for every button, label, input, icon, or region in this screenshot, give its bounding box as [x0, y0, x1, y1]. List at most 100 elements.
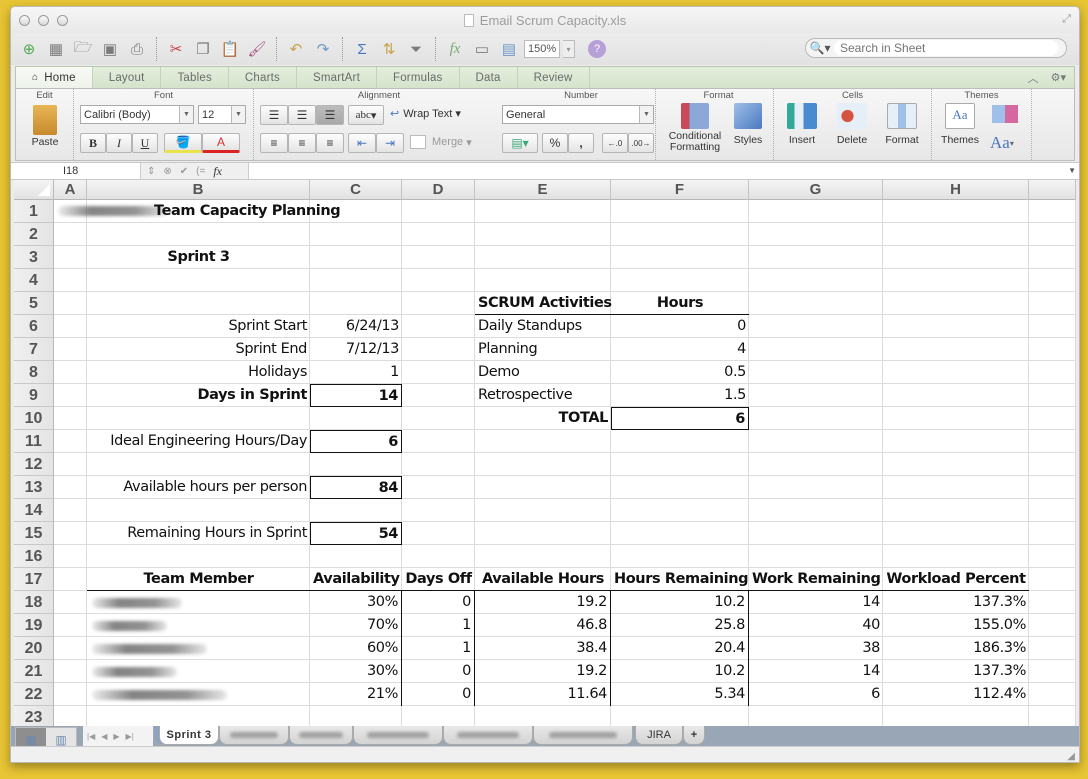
param-label[interactable]: Ideal Engineering Hours/Day — [87, 430, 310, 453]
row-header[interactable]: 4 — [14, 269, 54, 292]
param-label[interactable]: Holidays — [87, 361, 310, 384]
team-cell-workload[interactable]: 137.3% — [883, 591, 1029, 614]
team-header[interactable]: Days Off — [402, 568, 475, 591]
column-header[interactable]: D — [402, 180, 475, 200]
scrum-activity[interactable]: Demo — [475, 361, 611, 384]
column-header[interactable]: C — [310, 180, 402, 200]
zoom-dropdown-icon[interactable]: ▾ — [563, 40, 575, 58]
decrease-indent-button[interactable]: ⇤ — [348, 133, 376, 153]
underline-button[interactable]: U — [132, 133, 158, 153]
sort-icon[interactable]: ⇅ — [377, 38, 401, 60]
row-header[interactable]: 6 — [14, 315, 54, 338]
row-header[interactable]: 15 — [14, 522, 54, 545]
last-sheet-icon[interactable]: ▶| — [126, 732, 134, 741]
team-cell-days-off[interactable]: 1 — [402, 614, 475, 637]
row-header[interactable]: 8 — [14, 361, 54, 384]
team-cell-available-hours[interactable]: 38.4 — [475, 637, 611, 660]
tab-home[interactable]: ⌂ Home — [16, 67, 93, 88]
column-header[interactable]: H — [883, 180, 1029, 200]
team-cell-work-remaining[interactable]: 6 — [749, 683, 883, 706]
insert-cells-button[interactable]: Insert — [780, 103, 824, 146]
cut-icon[interactable]: ✂ — [164, 38, 188, 60]
copy-icon[interactable]: ❐ — [191, 38, 215, 60]
theme-fonts-button[interactable]: Aa ▾ — [990, 133, 1014, 153]
row-header[interactable]: 20 — [14, 637, 54, 660]
theme-colors-button[interactable] — [992, 105, 1018, 123]
tab-layout[interactable]: Layout — [93, 67, 162, 88]
comma-button[interactable]: , — [568, 133, 594, 153]
row-header[interactable]: 17 — [14, 568, 54, 591]
team-cell-hours-remaining[interactable]: 10.2 — [611, 660, 749, 683]
sheet-tab-redacted[interactable] — [443, 726, 533, 745]
search-box[interactable]: 🔍▾ — [805, 38, 1067, 58]
param-label[interactable]: Remaining Hours in Sprint — [87, 522, 310, 545]
show-hide-icon[interactable]: ▭ — [470, 38, 494, 60]
team-cell-workload[interactable]: 186.3% — [883, 637, 1029, 660]
spreadsheet-grid[interactable]: A B C D E F G H 1 2 3 4 5 6 7 8 9 10 11 12 13 14 15 16 17 18 19 20 2… — [14, 180, 1076, 726]
row-header[interactable]: 16 — [14, 545, 54, 568]
open-icon[interactable]: 🗁 — [71, 38, 95, 60]
scrum-hours[interactable]: 0.5 — [611, 361, 749, 384]
column-header[interactable]: A — [54, 180, 87, 200]
wrap-text-button[interactable]: ↩ Wrap Text ▾ — [390, 107, 461, 121]
row-header[interactable]: 2 — [14, 223, 54, 246]
scrum-header-hours[interactable]: Hours — [611, 292, 749, 315]
team-cell-days-off[interactable]: 0 — [402, 591, 475, 614]
prev-sheet-icon[interactable]: ◀ — [101, 732, 107, 741]
row-header[interactable]: 14 — [14, 499, 54, 522]
sheet-tab-redacted[interactable] — [289, 726, 353, 745]
styles-button[interactable]: Styles — [728, 103, 768, 146]
templates-icon[interactable]: ▦ — [44, 38, 68, 60]
autosum-icon[interactable]: Σ — [350, 38, 374, 60]
align-bottom-button[interactable]: ☰ — [316, 105, 344, 125]
cancel-icon[interactable]: ⊗ — [163, 166, 171, 177]
row-header[interactable]: 5 — [14, 292, 54, 315]
scrum-hours[interactable]: 4 — [611, 338, 749, 361]
param-value[interactable]: 54 — [310, 522, 402, 545]
next-sheet-icon[interactable]: ▶ — [113, 732, 119, 741]
decrease-decimal-button[interactable]: .00→ — [628, 133, 654, 153]
scrum-activity[interactable]: Daily Standups — [475, 315, 611, 338]
italic-button[interactable]: I — [106, 133, 132, 153]
first-sheet-icon[interactable]: |◀ — [87, 732, 95, 741]
param-label[interactable]: Days in Sprint — [87, 384, 310, 407]
team-header[interactable]: Available Hours — [475, 568, 611, 591]
column-header[interactable]: B — [87, 180, 310, 200]
tab-data[interactable]: Data — [460, 67, 518, 88]
formula-builder-icon[interactable]: fx — [443, 38, 467, 60]
team-cell-availability[interactable]: 60% — [310, 637, 402, 660]
format-painter-icon[interactable]: 🖌 — [245, 38, 269, 60]
team-header[interactable]: Availability — [310, 568, 402, 591]
search-input[interactable] — [834, 40, 1058, 56]
team-header[interactable]: Team Member — [87, 568, 310, 591]
team-cell-work-remaining[interactable]: 14 — [749, 660, 883, 683]
tab-charts[interactable]: Charts — [229, 67, 297, 88]
row-header[interactable]: 18 — [14, 591, 54, 614]
font-size-select[interactable]: 12 ▼ — [198, 105, 246, 124]
filter-icon[interactable]: ⏷ — [404, 38, 428, 60]
undo-icon[interactable]: ↶ — [284, 38, 308, 60]
sheet-tab-sprint-3[interactable]: Sprint 3 — [159, 726, 219, 745]
row-header[interactable]: 10 — [14, 407, 54, 430]
scrum-activity[interactable]: Planning — [475, 338, 611, 361]
save-icon[interactable]: ▣ — [98, 38, 122, 60]
name-box[interactable]: I18 — [11, 163, 141, 179]
paste-button[interactable]: Paste — [22, 105, 68, 148]
formula-input[interactable] — [249, 163, 1063, 179]
row-header[interactable]: 23 — [14, 706, 54, 726]
themes-button[interactable]: Aa Themes — [938, 103, 982, 146]
add-sheet-button[interactable]: + — [683, 726, 705, 745]
scrum-activity[interactable]: Retrospective — [475, 384, 611, 407]
sheet-tab-redacted[interactable] — [353, 726, 443, 745]
enter-icon[interactable]: ✔ — [180, 166, 188, 177]
row-header[interactable]: 7 — [14, 338, 54, 361]
column-header[interactable]: E — [475, 180, 611, 200]
align-middle-button[interactable]: ☰ — [288, 105, 316, 125]
equals-icon[interactable]: (= — [196, 166, 205, 177]
sprint-label[interactable]: Sprint 3 — [87, 246, 310, 269]
column-header[interactable]: G — [749, 180, 883, 200]
sheet-tab-redacted[interactable] — [219, 726, 289, 745]
align-center-button[interactable]: ≡ — [288, 133, 316, 153]
team-cell-available-hours[interactable]: 46.8 — [475, 614, 611, 637]
team-cell-available-hours[interactable]: 11.64 — [475, 683, 611, 706]
